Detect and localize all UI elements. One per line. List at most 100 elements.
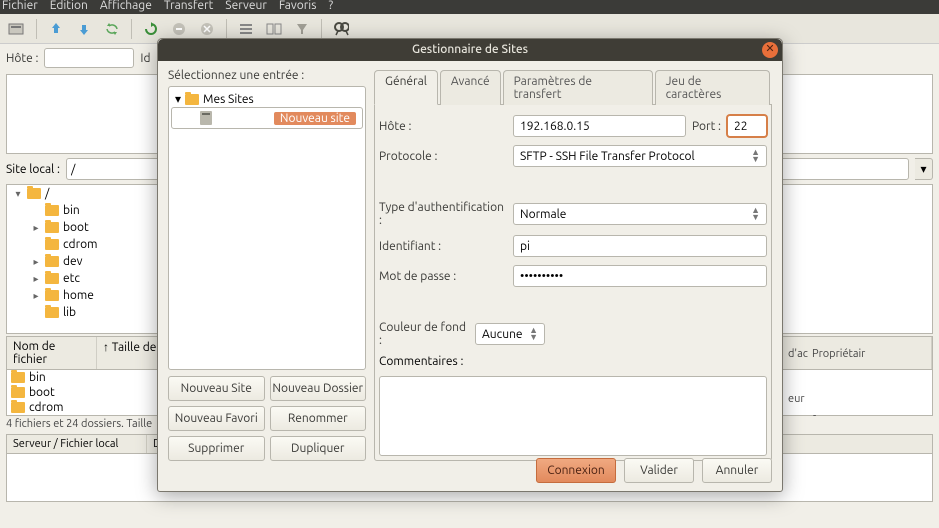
pass-input[interactable] — [513, 265, 767, 287]
sync-icon[interactable] — [101, 18, 123, 40]
bg-col-prop: Propriétair — [812, 348, 865, 360]
tab-general[interactable]: Général — [374, 70, 438, 105]
dialog-right-pane: Général Avancé Paramètres de transfert J… — [374, 69, 772, 461]
folder-icon — [11, 387, 25, 398]
chevron-updown-icon: ▲▼ — [751, 207, 760, 221]
folder-icon — [45, 205, 59, 216]
folder-icon — [11, 372, 25, 383]
queue-icon[interactable] — [263, 18, 285, 40]
auth-select[interactable]: Normale ▲▼ — [513, 203, 767, 225]
stop-icon[interactable] — [168, 18, 190, 40]
expand-icon[interactable]: ▾ — [13, 188, 23, 200]
tab-bar: Général Avancé Paramètres de transfert J… — [374, 69, 772, 105]
menu-server[interactable]: Serveur — [225, 0, 267, 14]
tab-transfer[interactable]: Paramètres de transfert — [503, 70, 653, 105]
tree-label: etc — [63, 272, 80, 285]
bg-col-dac: d'ac — [788, 348, 808, 360]
tree-label: bin — [63, 204, 80, 217]
expand-icon[interactable]: ▸ — [31, 273, 41, 285]
protocol-select[interactable]: SFTP - SSH File Transfer Protocol ▲▼ — [513, 145, 767, 167]
dialog-titlebar[interactable]: Gestionnaire de Sites ✕ — [158, 39, 782, 61]
qc-host-input[interactable] — [44, 48, 134, 68]
collapse-icon[interactable]: ▾ — [175, 92, 181, 106]
folder-icon — [45, 290, 59, 301]
auth-label: Type d'authentification : — [379, 201, 507, 227]
file-name: bin — [29, 371, 46, 384]
menu-transfer[interactable]: Transfert — [164, 0, 213, 14]
tab-content-general: Hôte : Port : Protocole : SFTP - SSH Fil… — [374, 105, 772, 461]
qc-id-label: Id — [140, 52, 150, 65]
delete-button[interactable]: Supprimer — [168, 436, 265, 461]
auth-value: Normale — [520, 208, 566, 221]
site-manager-icon[interactable] — [6, 18, 28, 40]
refresh-icon[interactable] — [140, 18, 162, 40]
col-name[interactable]: Nom de fichier — [7, 337, 97, 369]
validate-button[interactable]: Valider — [624, 458, 694, 483]
filter-icon[interactable] — [291, 18, 313, 40]
dialog-left-pane: Sélectionnez une entrée : ▾ Mes Sites No… — [168, 69, 366, 461]
new-bookmark-button[interactable]: Nouveau Favori — [168, 406, 265, 431]
tree-label: / — [45, 187, 49, 200]
bgcolor-select[interactable]: Aucune ▲▼ — [475, 323, 545, 345]
menu-view[interactable]: Affichage — [100, 0, 152, 14]
rename-button[interactable]: Renommer — [270, 406, 367, 431]
chevron-updown-icon: ▲▼ — [529, 327, 538, 341]
host-label: Hôte : — [379, 120, 507, 133]
select-entry-label: Sélectionnez une entrée : — [168, 69, 366, 82]
site-buttons: Nouveau Site Nouveau Dossier Nouveau Fav… — [168, 376, 366, 461]
local-site-label: Site local : — [6, 163, 60, 176]
duplicate-button[interactable]: Dupliquer — [270, 436, 367, 461]
tree-label: dev — [63, 255, 83, 268]
menu-edit[interactable]: Édition — [50, 0, 88, 14]
new-site-button[interactable]: Nouveau Site — [168, 376, 265, 401]
bgcolor-label: Couleur de fond : — [379, 321, 469, 347]
menu-help[interactable]: ? — [328, 0, 333, 14]
chevron-down-icon[interactable]: ▾ — [915, 158, 933, 180]
download-icon[interactable] — [73, 18, 95, 40]
tree-label: home — [63, 289, 94, 302]
menu-file[interactable]: Fichier — [2, 0, 38, 14]
tree-site-label: Nouveau site — [274, 112, 356, 125]
folder-icon — [185, 94, 199, 105]
bgcolor-value: Aucune — [482, 328, 523, 341]
tree-site-item[interactable]: Nouveau site — [171, 107, 363, 129]
tab-charset[interactable]: Jeu de caractères — [655, 70, 770, 105]
cancel-icon[interactable] — [196, 18, 218, 40]
col-server-file[interactable]: Serveur / Fichier local — [7, 435, 147, 453]
folder-icon — [45, 256, 59, 267]
comments-label: Commentaires : — [379, 355, 767, 368]
host-input[interactable] — [513, 115, 686, 137]
folder-icon — [45, 239, 59, 250]
file-name: cdrom — [29, 401, 63, 414]
folder-icon — [45, 307, 59, 318]
expand-icon[interactable]: ▸ — [31, 290, 41, 302]
port-label: Port : — [692, 120, 721, 133]
search-icon[interactable] — [330, 18, 352, 40]
close-icon[interactable]: ✕ — [762, 42, 778, 58]
tree-label: lib — [63, 306, 76, 319]
expand-icon[interactable]: ▸ — [31, 256, 41, 268]
upload-icon[interactable] — [45, 18, 67, 40]
folder-icon — [11, 402, 25, 413]
tab-advanced[interactable]: Avancé — [440, 70, 501, 105]
menu-bar[interactable]: Fichier Édition Affichage Transfert Serv… — [0, 0, 939, 14]
folder-icon — [27, 188, 41, 199]
expand-icon[interactable]: ▸ — [31, 222, 41, 234]
site-tree[interactable]: ▾ Mes Sites Nouveau site — [168, 86, 366, 370]
tree-label: boot — [63, 221, 89, 234]
bg-row-dash: - — [813, 410, 816, 422]
port-input[interactable] — [727, 115, 767, 137]
connect-button[interactable]: Connexion — [536, 458, 616, 483]
folder-icon — [45, 222, 59, 233]
tree-root[interactable]: ▾ Mes Sites — [171, 91, 363, 107]
server-icon — [200, 111, 212, 125]
menu-favorites[interactable]: Favoris — [279, 0, 317, 14]
file-name: boot — [29, 386, 55, 399]
tree-label: cdrom — [63, 238, 97, 251]
list-icon[interactable] — [235, 18, 257, 40]
protocol-label: Protocole : — [379, 150, 507, 163]
user-input[interactable] — [513, 235, 767, 257]
cancel-button[interactable]: Annuler — [702, 458, 772, 483]
comments-textarea[interactable] — [379, 376, 767, 456]
new-folder-button[interactable]: Nouveau Dossier — [270, 376, 367, 401]
